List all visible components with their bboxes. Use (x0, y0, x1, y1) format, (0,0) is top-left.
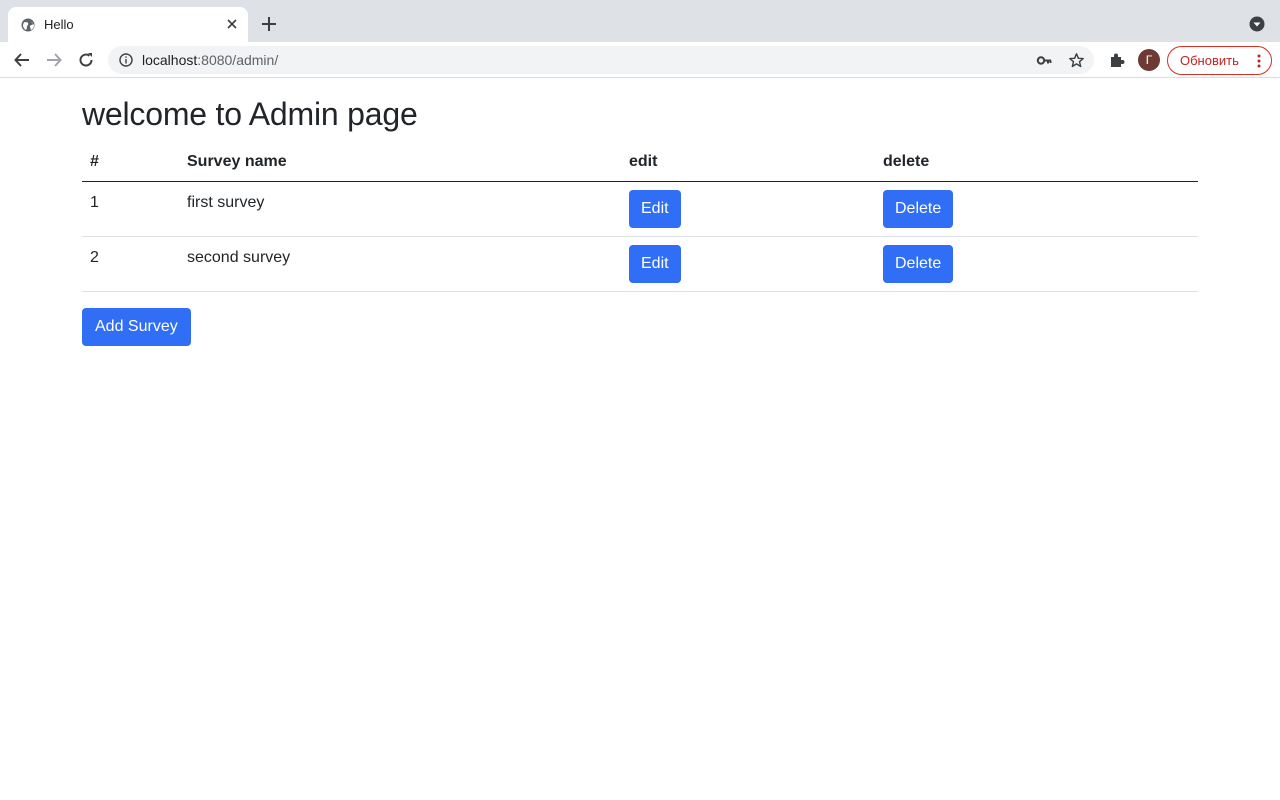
url-host: localhost (142, 52, 198, 68)
surveys-table: # Survey name edit delete 1 first survey… (82, 143, 1198, 292)
back-icon[interactable] (13, 51, 31, 69)
tab-search-icon[interactable] (1249, 16, 1265, 32)
plus-icon[interactable] (260, 15, 278, 33)
delete-button[interactable]: Delete (883, 244, 954, 283)
extensions-icon[interactable] (1108, 51, 1126, 69)
column-header-edit: edit (621, 143, 875, 182)
edit-cell: Edit (621, 181, 875, 237)
reload-icon[interactable] (77, 51, 95, 69)
url-text[interactable]: localhost:8080/admin/ (142, 52, 278, 68)
info-icon[interactable] (119, 53, 133, 67)
table-row: 1 first survey Edit Delete (82, 181, 1198, 237)
globe-icon (21, 18, 35, 32)
more-vert-icon (1257, 54, 1261, 68)
browser-toolbar: localhost:8080/admin/ Г Обновить (0, 42, 1280, 78)
survey-name: second survey (179, 236, 621, 292)
survey-name: first survey (179, 181, 621, 237)
column-header-delete: delete (875, 143, 1198, 182)
url-path: :8080/admin/ (197, 52, 279, 68)
delete-button[interactable]: Delete (883, 189, 954, 228)
tab-title: Hello (44, 17, 74, 32)
page-content: welcome to Admin page # Survey name edit… (0, 79, 1280, 800)
update-button-label: Обновить (1180, 53, 1239, 68)
column-header-survey-name: Survey name (179, 143, 621, 182)
page-title: welcome to Admin page (82, 96, 418, 132)
key-icon[interactable] (1036, 52, 1053, 69)
edit-button[interactable]: Edit (629, 244, 681, 283)
row-number: 1 (82, 181, 179, 237)
edit-cell: Edit (621, 236, 875, 292)
forward-icon[interactable] (45, 51, 63, 69)
browser-tab[interactable]: Hello (8, 7, 248, 42)
column-header-number: # (82, 143, 179, 182)
tab-strip: Hello (0, 0, 1280, 42)
avatar[interactable]: Г (1138, 49, 1160, 71)
row-number: 2 (82, 236, 179, 292)
table-row: 2 second survey Edit Delete (82, 236, 1198, 292)
edit-button[interactable]: Edit (629, 189, 681, 228)
add-survey-button[interactable]: Add Survey (82, 308, 191, 346)
close-icon[interactable] (226, 18, 238, 30)
delete-cell: Delete (875, 236, 1198, 292)
table-header-row: # Survey name edit delete (82, 143, 1198, 182)
update-button[interactable]: Обновить (1167, 46, 1272, 75)
address-bar[interactable]: localhost:8080/admin/ (108, 46, 1094, 74)
delete-cell: Delete (875, 181, 1198, 237)
star-icon[interactable] (1068, 52, 1085, 69)
